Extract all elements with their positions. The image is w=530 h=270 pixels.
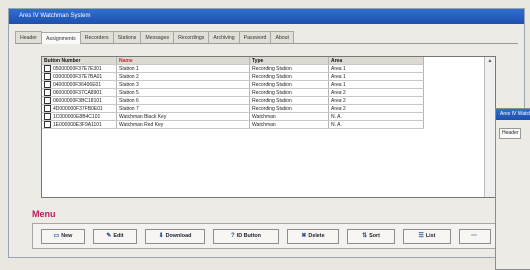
area-cell: N. A.: [328, 120, 424, 129]
second-window[interactable]: Ares IV Watchman Header: [495, 108, 530, 270]
tab-about[interactable]: About: [270, 31, 294, 43]
table-row[interactable]: 1E000000E3F9A1101 Watchman Red Key Watchma…: [42, 120, 424, 129]
button-number-cell: 06000000F37CA8901: [42, 88, 117, 97]
window-titlebar: Ares IV Watchman System: [9, 9, 524, 24]
new-document-icon: ▭: [53, 233, 60, 239]
column-header-area[interactable]: Area: [328, 57, 424, 65]
row-checkbox[interactable]: [44, 113, 51, 120]
name-cell: Station 1: [116, 64, 250, 73]
delete-icon: ✖: [301, 233, 307, 239]
row-checkbox[interactable]: [44, 73, 51, 80]
sort-button[interactable]: ⇅ Sort: [347, 229, 395, 244]
row-checkbox[interactable]: [44, 81, 51, 88]
menu-label: Menu: [32, 209, 56, 219]
table-row[interactable]: 03000000F37E7BA01 Station 2 Recording Stat…: [42, 72, 424, 81]
area-cell: Area 2: [328, 88, 424, 97]
name-cell: Watchman Black Key: [116, 112, 250, 121]
tab-header[interactable]: Header: [15, 31, 43, 43]
table-row[interactable]: 1C000000E8B4C101 Watchman Black Key Watchm…: [42, 112, 424, 121]
table-row[interactable]: 06000000F37CA8901 Station 5 Recording Stat…: [42, 88, 424, 97]
area-cell: Area 1: [328, 80, 424, 89]
edit-button[interactable]: ✎ Edit: [93, 229, 137, 244]
new-button[interactable]: ▭ New: [41, 229, 85, 244]
tab-strip: Header Assignments Recorders Stations Me…: [15, 31, 518, 44]
tab-recorders[interactable]: Recorders: [79, 31, 114, 43]
type-cell: Recording Station: [249, 64, 329, 73]
area-cell: N. A.: [328, 112, 424, 121]
second-window-titlebar: Ares IV Watchman: [496, 109, 530, 120]
button-number-cell: 03000000F37E7BA01: [42, 72, 117, 81]
type-cell: Recording Station: [249, 80, 329, 89]
delete-button[interactable]: ✖ Delete: [287, 229, 339, 244]
type-cell: Recording Station: [249, 104, 329, 113]
column-header-name[interactable]: Name: [116, 57, 250, 65]
tab-archiving[interactable]: Archiving: [208, 31, 240, 43]
button-number-cell: 05000000F37E7E301: [42, 64, 117, 73]
area-cell: Area 2: [328, 96, 424, 105]
second-window-tab-header[interactable]: Header: [499, 128, 522, 139]
menu-toolbar: ▭ New ✎ Edit ⬇ Download ? ID Button ✖ Delete …: [32, 223, 496, 249]
id-button-icon: ?: [231, 233, 235, 239]
more-icon: ⋯: [471, 233, 477, 239]
row-checkbox[interactable]: [44, 97, 51, 104]
area-cell: Area 1: [328, 72, 424, 81]
button-number-cell: 1C000000E8B4C101: [42, 112, 117, 121]
list-icon: ☰: [418, 233, 424, 239]
name-cell: Station 2: [116, 72, 250, 81]
button-number-cell: 1E000000E3F9A1101: [42, 120, 117, 129]
table-row[interactable]: 06000000F3BC18101 Station 6 Recording Stat…: [42, 96, 424, 105]
download-button[interactable]: ⬇ Download: [145, 229, 205, 244]
type-cell: Watchman: [249, 120, 329, 129]
name-cell: Station 5: [116, 88, 250, 97]
name-cell: Watchman Red Key: [116, 120, 250, 129]
button-number-cell: 06000000F3BC18101: [42, 96, 117, 105]
row-checkbox[interactable]: [44, 89, 51, 96]
vertical-scrollbar[interactable]: ▲: [484, 57, 495, 197]
download-icon: ⬇: [158, 233, 164, 239]
column-header-type[interactable]: Type: [249, 57, 329, 65]
id-button-button[interactable]: ? ID Button: [213, 229, 279, 244]
overflow-button[interactable]: ⋯: [459, 229, 491, 244]
tab-messages[interactable]: Messages: [140, 31, 175, 43]
type-cell: Watchman: [249, 112, 329, 121]
tab-password[interactable]: Password: [238, 31, 272, 43]
area-cell: Area 2: [328, 104, 424, 113]
name-cell: Station 6: [116, 96, 250, 105]
type-cell: Recording Station: [249, 96, 329, 105]
name-cell: Station 3: [116, 80, 250, 89]
type-cell: Recording Station: [249, 88, 329, 97]
tab-assignments[interactable]: Assignments: [41, 32, 81, 44]
row-checkbox[interactable]: [44, 65, 51, 72]
name-cell: Station 7: [116, 104, 250, 113]
row-checkbox[interactable]: [44, 121, 51, 128]
table-row[interactable]: 04000000F36406E01 Station 3 Recording Stat…: [42, 80, 424, 89]
edit-icon: ✎: [106, 233, 112, 239]
sort-icon: ⇅: [362, 233, 368, 239]
table-header-row: Button Number Name Type Area: [42, 57, 424, 65]
area-cell: Area 1: [328, 64, 424, 73]
scroll-up-icon[interactable]: ▲: [485, 57, 495, 65]
table-row[interactable]: 05000000F37E7E301 Station 1 Recording Stat…: [42, 64, 424, 73]
column-header-button-number[interactable]: Button Number: [42, 57, 117, 65]
button-number-cell: 04000000F36406E01: [42, 80, 117, 89]
row-checkbox[interactable]: [44, 105, 51, 112]
table-row[interactable]: 4D000000F37FB0E01 Station 7 Recording Stat…: [42, 104, 424, 113]
tab-recordings[interactable]: Recordings: [173, 31, 210, 43]
list-button[interactable]: ☰ List: [403, 229, 451, 244]
type-cell: Recording Station: [249, 72, 329, 81]
tab-stations[interactable]: Stations: [112, 31, 142, 43]
button-number-cell: 4D000000F37FB0E01: [42, 104, 117, 113]
assignments-table: Button Number Name Type Area 05000000F37…: [41, 56, 496, 198]
